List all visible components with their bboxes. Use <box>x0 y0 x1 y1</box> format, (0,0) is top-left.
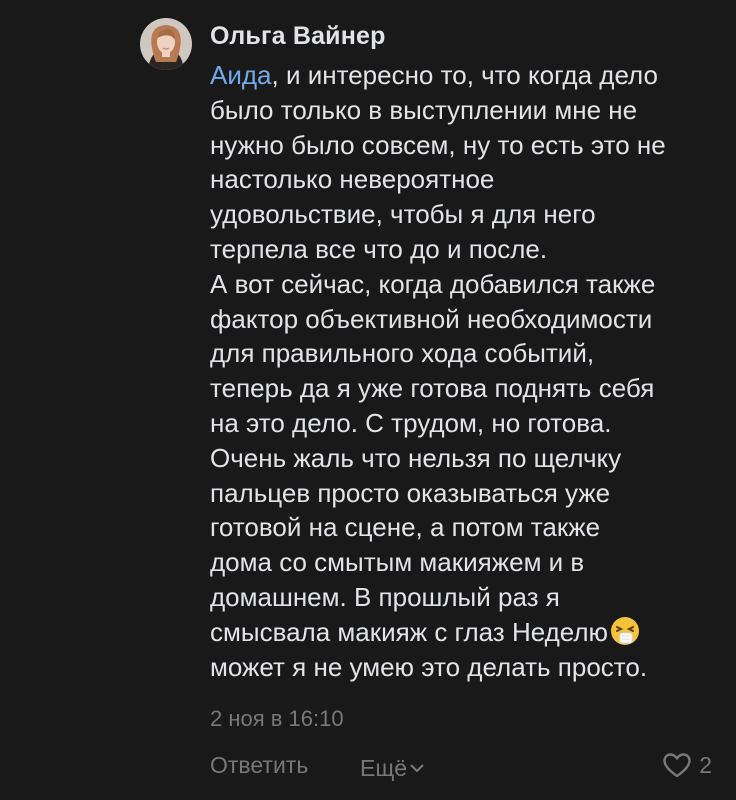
comment-actions: Ответить Ещё 2 <box>210 752 726 784</box>
avatar-photo <box>140 18 192 70</box>
comment: Ольга Вайнер Аида, и интересно то, что к… <box>0 0 736 800</box>
avatar[interactable] <box>140 18 192 70</box>
chevron-down-icon <box>410 752 424 779</box>
comment-line: Очень жаль что нельзя по щелчку <box>210 442 622 473</box>
like-button[interactable]: 2 <box>663 752 712 779</box>
comment-line: А вот сейчас, когда добавился также <box>210 268 656 299</box>
comment-line: настолько невероятное <box>210 164 495 195</box>
reply-button[interactable]: Ответить <box>210 752 308 779</box>
comment-line: домашнем. В прошлый раз я <box>210 581 560 612</box>
more-button[interactable]: Ещё <box>360 752 424 782</box>
more-label: Ещё <box>360 755 408 781</box>
comment-date[interactable]: 2 ноя в 16:10 <box>210 706 344 732</box>
comment-line: теперь да я уже готова поднять себя <box>210 373 655 404</box>
comment-line: было только в выступлении мне не <box>210 94 638 125</box>
comment-text: Аида, и интересно то, что когда дело был… <box>210 58 720 684</box>
comment-line: смысвала макияж с глаз Неделю <box>210 615 720 650</box>
heart-icon <box>663 753 691 778</box>
comment-line: для правильного хода событий, <box>210 338 595 369</box>
sneezing-face-icon <box>609 615 641 647</box>
comment-line: пальцев просто оказываться уже <box>210 477 611 508</box>
comment-line: на это дело. С трудом, но готова. <box>210 407 612 438</box>
comment-line: нужно было совсем, ну то есть это не <box>210 129 666 160</box>
comment-line: дома со смытым макияжем и в <box>210 547 585 578</box>
like-count: 2 <box>699 752 712 778</box>
comment-line: фактор объективной необходимости <box>210 303 653 334</box>
comment-line: может я не умею это делать просто. <box>210 651 648 682</box>
mention-link[interactable]: Аида <box>210 60 272 90</box>
comment-line: готовой на сцене, а потом также <box>210 512 601 543</box>
comment-author[interactable]: Ольга Вайнер <box>210 22 386 51</box>
comment-line: удовольствие, чтобы я для него <box>210 199 596 230</box>
comment-line: терпела все что до и после. <box>210 233 548 264</box>
comment-line: Аида, и интересно то, что когда дело <box>210 60 658 90</box>
